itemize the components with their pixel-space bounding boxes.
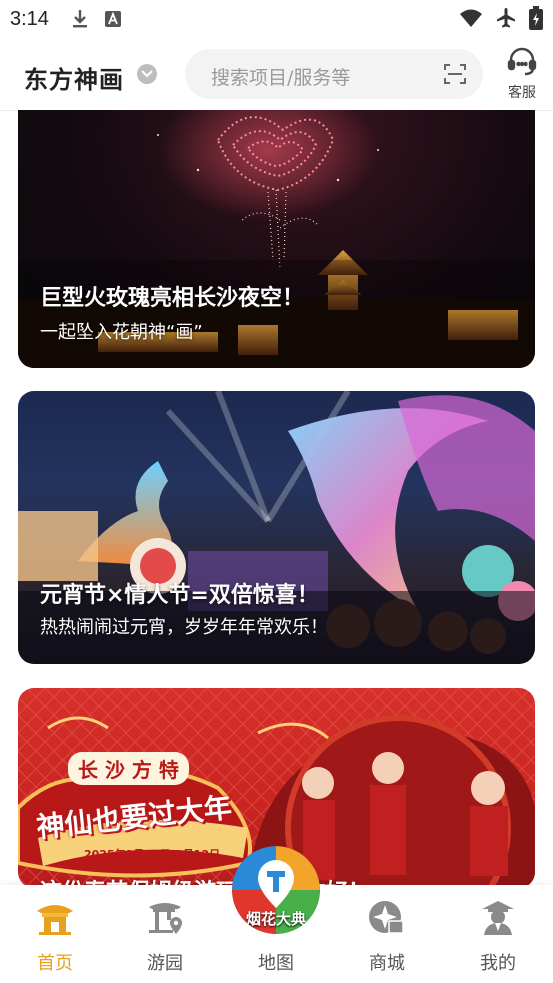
map-fab-caption: 烟花大典 xyxy=(245,910,306,928)
card-subtitle: 一起坠入花朝神“画” xyxy=(40,322,203,343)
wifi-icon xyxy=(459,8,483,32)
tab-home[interactable]: 首页 xyxy=(0,885,110,983)
status-time: 3:14 xyxy=(10,7,49,30)
tab-map-label: 地图 xyxy=(258,953,294,974)
tab-park[interactable]: 游园 xyxy=(110,885,220,983)
scan-icon[interactable] xyxy=(443,62,467,90)
tab-park-label: 游园 xyxy=(147,953,183,974)
search-placeholder: 搜索项目/服务等 xyxy=(211,67,351,89)
park-selector-title[interactable]: 东方神画 xyxy=(24,60,124,95)
poster-date-text: 2025年1月29日-2月12日 xyxy=(84,848,221,861)
home-pavilion-icon xyxy=(35,897,75,937)
headset-icon xyxy=(506,47,538,82)
card-subtitle: 热热闹闹过元宵，岁岁年年常欢乐！ xyxy=(40,617,328,638)
profile-icon xyxy=(478,897,518,937)
card-title: 巨型火玫瑰亮相长沙夜空！ xyxy=(40,286,305,311)
download-icon xyxy=(71,9,89,29)
tab-mall-label: 商城 xyxy=(369,953,405,974)
tab-home-label: 首页 xyxy=(37,953,73,974)
news-card[interactable]: 巨型火玫瑰亮相长沙夜空！ 一起坠入花朝神“画” xyxy=(18,110,535,368)
search-bar[interactable]: 搜索项目/服务等 xyxy=(185,49,483,99)
customer-service-button[interactable]: 客服 xyxy=(500,46,544,102)
tab-mall[interactable]: 商城 xyxy=(332,885,442,983)
tab-profile-label: 我的 xyxy=(480,953,516,974)
park-map-pin-icon xyxy=(145,897,185,937)
news-card[interactable]: 元宵节×情人节=双倍惊喜！ 热热闹闹过元宵，岁岁年年常欢乐！ xyxy=(18,391,535,664)
status-bar: 3:14 xyxy=(0,0,553,38)
top-header: 东方神画 搜索项目/服务等 客服 xyxy=(0,38,553,110)
mall-sparkle-icon xyxy=(367,897,407,937)
font-app-icon xyxy=(104,11,121,27)
battery-icon xyxy=(529,6,543,34)
map-fab-button[interactable]: 烟花大典 xyxy=(232,846,320,934)
poster-brand-text: 长 沙 方 特 xyxy=(68,752,189,785)
airplane-mode-icon xyxy=(495,7,517,33)
customer-service-label: 客服 xyxy=(508,85,536,101)
chevron-down-icon[interactable] xyxy=(137,64,157,84)
tab-profile[interactable]: 我的 xyxy=(443,885,553,983)
card-title: 元宵节×情人节=双倍惊喜！ xyxy=(40,583,319,608)
